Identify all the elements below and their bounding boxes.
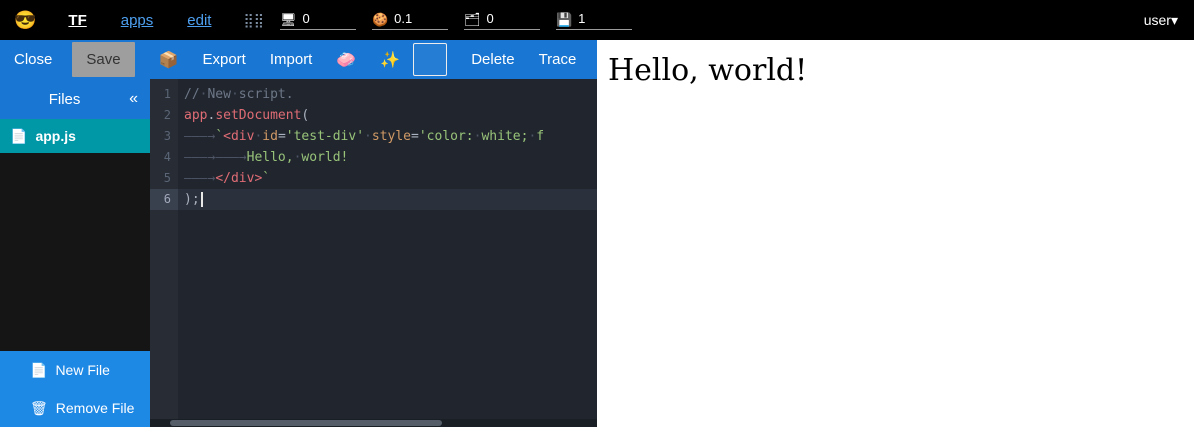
new-file-button[interactable]: 📄 New File xyxy=(0,351,150,389)
code-token: 'color: xyxy=(419,129,474,144)
code-token: script. xyxy=(239,87,294,102)
close-button[interactable]: Close xyxy=(14,51,52,68)
code-token: New xyxy=(207,87,230,102)
app-logo-emoji-icon: 😎 xyxy=(14,11,36,29)
preview-heading: Hello, world! xyxy=(608,53,1194,88)
code-token: · xyxy=(364,129,372,144)
remove-file-label: Remove File xyxy=(56,400,135,416)
cookie-icon: 🍪 xyxy=(372,13,388,26)
line-number: 3 xyxy=(150,126,178,147)
code-line[interactable]: //·New·script. xyxy=(178,84,597,105)
code-token: = xyxy=(411,129,419,144)
code-token: white; xyxy=(481,129,528,144)
code-lines[interactable]: //·New·script.app.setDocument(———→`<div·… xyxy=(178,79,597,427)
blank-button[interactable] xyxy=(413,43,447,76)
floppy-disk-icon: 💾 xyxy=(556,13,572,26)
text-caret xyxy=(201,192,203,207)
import-button[interactable]: Import xyxy=(270,51,313,68)
gutter: 123456 xyxy=(150,79,178,427)
export-button[interactable]: Export xyxy=(202,51,245,68)
app-preview-pane: Hello, world! xyxy=(597,40,1194,427)
code-line[interactable]: ———→</div>` xyxy=(178,168,597,189)
user-dropdown-label: user xyxy=(1144,12,1171,28)
horizontal-scrollbar-thumb[interactable] xyxy=(170,420,442,426)
nav-link-apps[interactable]: apps xyxy=(121,12,154,29)
code-token: ———→ xyxy=(215,150,246,165)
line-number: 6 xyxy=(150,189,178,210)
file-list-empty-area xyxy=(0,153,150,351)
code-token: f xyxy=(536,129,544,144)
code-token: = xyxy=(278,129,286,144)
topbar: 😎 TF apps edit ⣿⣿ 🖥 0 🍪 0.1 🗂 0 💾 1 user… xyxy=(0,0,1194,40)
code-token: Hello, xyxy=(247,150,294,165)
sparkles-icon[interactable]: ✨ xyxy=(380,50,400,70)
line-number: 5 xyxy=(150,168,178,189)
new-file-label: New File xyxy=(55,362,109,378)
code-token: world! xyxy=(301,150,348,165)
code-token: ———→ xyxy=(184,171,215,186)
files-panel-header: Files « xyxy=(0,79,150,119)
code-token: setDocument xyxy=(215,108,301,123)
line-number: 2 xyxy=(150,105,178,126)
code-token: ` xyxy=(262,171,270,186)
code-token: id xyxy=(262,129,278,144)
remove-file-button[interactable]: 🗑 Remove File xyxy=(0,389,150,427)
code-token: app xyxy=(184,108,207,123)
file-item-appjs[interactable]: 📄 app.js xyxy=(0,119,150,153)
stat-value: 0 xyxy=(303,11,310,26)
collapse-sidebar-button[interactable]: « xyxy=(129,90,138,108)
code-line[interactable]: ———→———→Hello,·world! xyxy=(178,147,597,168)
stat-field-storage[interactable]: 💾 1 xyxy=(556,11,632,30)
remove-file-icon: 🗑 xyxy=(30,400,48,417)
code-token: <div xyxy=(223,129,254,144)
user-dropdown[interactable]: user▾ xyxy=(1144,12,1178,29)
stat-field-cards[interactable]: 🗂 0 xyxy=(464,11,540,30)
code-line[interactable]: ———→`<div·id='test-div'·style='color:·wh… xyxy=(178,126,597,147)
delete-button[interactable]: Delete xyxy=(471,51,514,68)
package-icon[interactable]: 📦 xyxy=(159,50,179,70)
card-index-icon: 🗂 xyxy=(464,13,481,26)
stat-value: 0.1 xyxy=(394,11,412,26)
line-number: 1 xyxy=(150,84,178,105)
code-token: // xyxy=(184,87,200,102)
nav-link-edit[interactable]: edit xyxy=(187,12,211,29)
code-token: style xyxy=(372,129,411,144)
code-token: </div> xyxy=(215,171,262,186)
horizontal-scrollbar-track[interactable] xyxy=(150,419,597,427)
stat-field-compute[interactable]: 🖥 0 xyxy=(280,11,356,30)
file-item-label: app.js xyxy=(35,128,75,144)
brand-link[interactable]: TF xyxy=(68,12,86,29)
line-number: 4 xyxy=(150,147,178,168)
new-file-icon: 📄 xyxy=(30,362,47,379)
save-button[interactable]: Save xyxy=(72,42,134,77)
code-line[interactable]: ); xyxy=(178,189,597,210)
editor-toolbar: Close Save 📦 Export Import 🧼 ✨ Delete Tr… xyxy=(0,40,597,79)
stat-value: 1 xyxy=(578,11,585,26)
document-icon: 📄 xyxy=(10,128,27,145)
code-token: ———→ xyxy=(184,150,215,165)
stat-field-cookie[interactable]: 🍪 0.1 xyxy=(372,11,448,30)
files-panel-title: Files xyxy=(0,91,129,108)
stat-value: 0 xyxy=(487,11,494,26)
code-token: · xyxy=(231,87,239,102)
code-token: 'test-div' xyxy=(286,129,364,144)
computer-icon: 🖥 xyxy=(280,13,297,26)
code-token: ); xyxy=(184,192,200,207)
code-token: ———→ xyxy=(184,129,215,144)
soap-icon[interactable]: 🧼 xyxy=(336,50,356,70)
code-editor[interactable]: 123456 //·New·script.app.setDocument(———… xyxy=(150,79,597,427)
chevron-down-icon: ▾ xyxy=(1171,12,1178,28)
keypad-grid-icon[interactable]: ⣿⣿ xyxy=(243,12,264,29)
code-token: ` xyxy=(215,129,223,144)
code-line[interactable]: app.setDocument( xyxy=(178,105,597,126)
trace-button[interactable]: Trace xyxy=(539,51,577,68)
code-token: ( xyxy=(301,108,309,123)
